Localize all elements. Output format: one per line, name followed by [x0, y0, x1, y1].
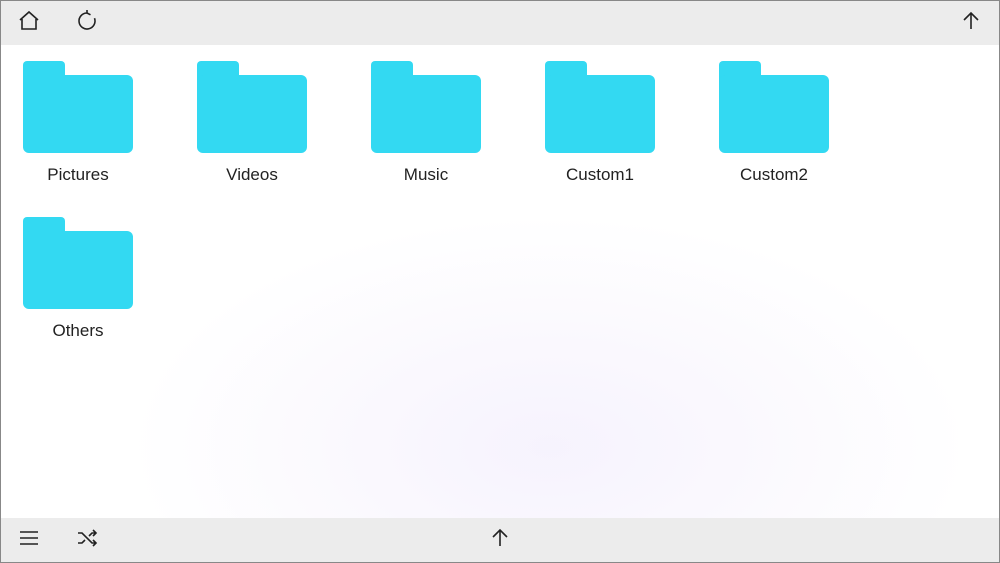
bottom-toolbar	[1, 518, 999, 562]
hamburger-icon	[17, 526, 41, 555]
arrow-up-icon	[959, 9, 983, 38]
top-toolbar	[1, 1, 999, 45]
shuffle-icon	[75, 526, 99, 555]
folder-label: Others	[52, 321, 103, 341]
folder-label: Music	[404, 165, 448, 185]
home-icon	[17, 9, 41, 38]
refresh-button[interactable]	[73, 9, 101, 37]
folder-icon	[719, 61, 829, 153]
arrow-up-icon	[488, 526, 512, 555]
folder-label: Videos	[226, 165, 278, 185]
folder-label: Custom2	[740, 165, 808, 185]
folder-icon	[23, 217, 133, 309]
folder-item[interactable]: Videos	[187, 61, 317, 185]
folder-icon	[545, 61, 655, 153]
folder-item[interactable]: Others	[13, 217, 143, 341]
folder-label: Pictures	[47, 165, 108, 185]
folder-label: Custom1	[566, 165, 634, 185]
home-button[interactable]	[15, 9, 43, 37]
shuffle-button[interactable]	[73, 526, 101, 554]
folder-item[interactable]: Music	[361, 61, 491, 185]
folder-icon	[371, 61, 481, 153]
menu-button[interactable]	[15, 526, 43, 554]
folder-item[interactable]: Pictures	[13, 61, 143, 185]
folder-item[interactable]: Custom1	[535, 61, 665, 185]
up-button-top[interactable]	[957, 9, 985, 37]
up-button-bottom[interactable]	[486, 526, 514, 554]
folder-item[interactable]: Custom2	[709, 61, 839, 185]
folder-icon	[23, 61, 133, 153]
folder-icon	[197, 61, 307, 153]
folder-grid-area: Pictures Videos Music Custom1 Custom2 Others	[1, 45, 999, 518]
refresh-icon	[75, 9, 99, 38]
